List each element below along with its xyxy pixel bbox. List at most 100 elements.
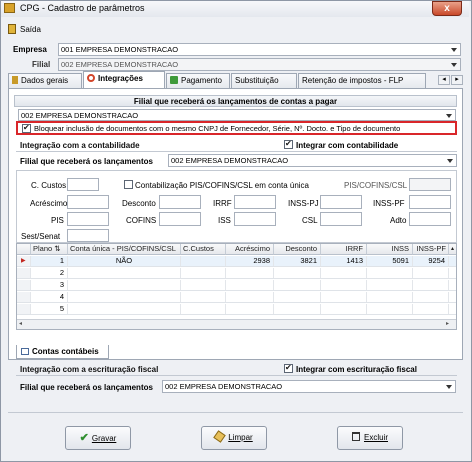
exit-icon[interactable]	[8, 24, 16, 34]
grid-cell-irrf[interactable]	[321, 292, 367, 302]
empresa-select[interactable]: 001 EMPRESA DEMONSTRACAO	[58, 43, 461, 56]
filial-escrit-select[interactable]: 002 EMPRESA DEMONSTRACAO	[162, 380, 456, 393]
grid-cell-conta[interactable]: NÃO	[68, 256, 181, 266]
grid-header-inss[interactable]: INSS	[367, 244, 413, 255]
adto-input[interactable]	[409, 212, 451, 226]
filial-contab-label: Filial que receberá os lançamentos	[20, 157, 153, 166]
tab-retencao-impostos[interactable]: Retenção de impostos - FLP	[298, 73, 426, 88]
grid-header-inss-pf[interactable]: INSS-PF	[413, 244, 449, 255]
tab-scroll-left-icon[interactable]: ◂	[438, 75, 450, 85]
inss-pf-input[interactable]	[409, 195, 451, 209]
limpar-button[interactable]: Limpar	[201, 426, 267, 450]
filial-pagar-select[interactable]: 002 EMPRESA DEMONSTRACAO	[18, 109, 456, 121]
table-row[interactable]: ▶ 1 NÃO 2938 3821 1413 5091 9254	[17, 256, 456, 267]
table-row[interactable]: 3	[17, 280, 456, 291]
grid-cell-inss-pf[interactable]	[413, 280, 449, 290]
grid-cell-irrf[interactable]	[321, 268, 367, 278]
grid-cell-conta[interactable]	[68, 304, 181, 314]
tab-integracoes[interactable]: Integrações	[83, 71, 165, 88]
ccustos-input[interactable]	[67, 178, 99, 191]
grid-cell-acrescimo[interactable]: 2938	[226, 256, 274, 266]
grid-cell-acrescimo[interactable]	[226, 292, 274, 302]
pis-input[interactable]	[67, 212, 109, 226]
grid-cell-inss[interactable]	[367, 280, 413, 290]
table-row[interactable]: 4	[17, 292, 456, 303]
grid-cell-conta[interactable]	[68, 268, 181, 278]
grid-cell-desconto[interactable]	[274, 304, 321, 314]
grid-cell-desconto[interactable]	[274, 268, 321, 278]
csl-input[interactable]	[320, 212, 362, 226]
tab-contas-contabeis[interactable]: Contas contábeis	[16, 345, 109, 359]
desconto-input[interactable]	[159, 195, 201, 209]
gravar-button[interactable]: ✔ Gravar	[65, 426, 131, 450]
contabilizacao-checkbox[interactable]	[124, 180, 133, 189]
grid-cell-ccustos[interactable]	[181, 256, 226, 266]
grid-cell-inss[interactable]	[367, 268, 413, 278]
accounts-grid[interactable]: Plano ⇅ Conta única - PIS/COFINS/CSL C.C…	[16, 243, 457, 330]
integrar-escrituracao-checkbox[interactable]	[284, 363, 293, 373]
grid-cell-inss-pf[interactable]: 9254	[413, 256, 449, 266]
grid-header-acrescimo[interactable]: Acréscimo	[226, 244, 274, 255]
grid-header-irrf[interactable]: IRRF	[321, 244, 367, 255]
tab-pagamento[interactable]: Pagamento	[166, 73, 230, 88]
filial-select[interactable]: 002 EMPRESA DEMONSTRACAO	[58, 58, 461, 71]
grid-cell-ccustos[interactable]	[181, 304, 226, 314]
grid-cell-ccustos[interactable]	[181, 292, 226, 302]
scroll-left-icon[interactable]: ◂	[19, 320, 22, 327]
acrescimo-input[interactable]	[67, 195, 109, 209]
tab-substituicao[interactable]: Substituição	[231, 73, 297, 88]
grid-header-conta-unica[interactable]: Conta única - PIS/COFINS/CSL	[68, 244, 181, 255]
grid-cell-inss[interactable]	[367, 292, 413, 302]
grid-header-desconto[interactable]: Desconto	[274, 244, 321, 255]
grid-cell-conta[interactable]	[68, 292, 181, 302]
row-indicator[interactable]: ▶	[17, 256, 31, 266]
irrf-input[interactable]	[234, 195, 276, 209]
grid-cell-irrf[interactable]	[321, 304, 367, 314]
grid-cell-n[interactable]: 5	[31, 304, 68, 314]
grid-cell-n[interactable]: 2	[31, 268, 68, 278]
grid-cell-inss-pf[interactable]	[413, 268, 449, 278]
grid-cell-inss[interactable]	[367, 304, 413, 314]
row-indicator[interactable]	[17, 304, 31, 314]
grid-cell-acrescimo[interactable]	[226, 280, 274, 290]
grid-cell-n[interactable]: 1	[31, 256, 68, 266]
integrar-contabilidade-checkbox[interactable]	[284, 139, 293, 149]
grid-cell-irrf[interactable]	[321, 280, 367, 290]
exit-menu-item[interactable]: Saída	[20, 25, 41, 34]
row-indicator[interactable]	[17, 280, 31, 290]
grid-scroll-up-icon[interactable]: ▴	[449, 244, 456, 255]
grid-cell-inss[interactable]: 5091	[367, 256, 413, 266]
table-row[interactable]: 5	[17, 304, 456, 315]
tab-scroll-right-icon[interactable]: ▸	[451, 75, 463, 85]
pis-cofins-csl-input[interactable]	[409, 178, 451, 191]
grid-cell-n[interactable]: 4	[31, 292, 68, 302]
iss-input[interactable]	[234, 212, 276, 226]
close-button[interactable]: x	[432, 1, 462, 16]
grid-cell-desconto[interactable]: 3821	[274, 256, 321, 266]
grid-cell-ccustos[interactable]	[181, 268, 226, 278]
inss-pj-input[interactable]	[320, 195, 362, 209]
grid-cell-desconto[interactable]	[274, 280, 321, 290]
grid-cell-desconto[interactable]	[274, 292, 321, 302]
scroll-right-icon[interactable]: ▸	[446, 320, 449, 327]
grid-cell-conta[interactable]	[68, 280, 181, 290]
filial-contab-select[interactable]: 002 EMPRESA DEMONSTRACAO	[168, 154, 457, 167]
tab-dados-gerais[interactable]: Dados gerais	[8, 73, 82, 88]
excluir-button[interactable]: Excluir	[337, 426, 403, 450]
grid-horizontal-scrollbar[interactable]: ◂ ▸	[17, 319, 456, 329]
grid-header-plano[interactable]: Plano ⇅	[31, 244, 68, 255]
grid-cell-ccustos[interactable]	[181, 280, 226, 290]
row-indicator[interactable]	[17, 292, 31, 302]
grid-cell-acrescimo[interactable]	[226, 304, 274, 314]
table-row[interactable]: 2	[17, 268, 456, 279]
grid-cell-n[interactable]: 3	[31, 280, 68, 290]
grid-cell-inss-pf[interactable]	[413, 304, 449, 314]
grid-cell-acrescimo[interactable]	[226, 268, 274, 278]
row-indicator[interactable]	[17, 268, 31, 278]
grid-cell-irrf[interactable]: 1413	[321, 256, 367, 266]
grid-cell-inss-pf[interactable]	[413, 292, 449, 302]
block-duplicate-checkbox[interactable]	[22, 123, 31, 133]
cofins-input[interactable]	[159, 212, 201, 226]
sest-senat-input[interactable]	[67, 229, 109, 242]
grid-header-ccustos[interactable]: C.Custos	[181, 244, 226, 255]
